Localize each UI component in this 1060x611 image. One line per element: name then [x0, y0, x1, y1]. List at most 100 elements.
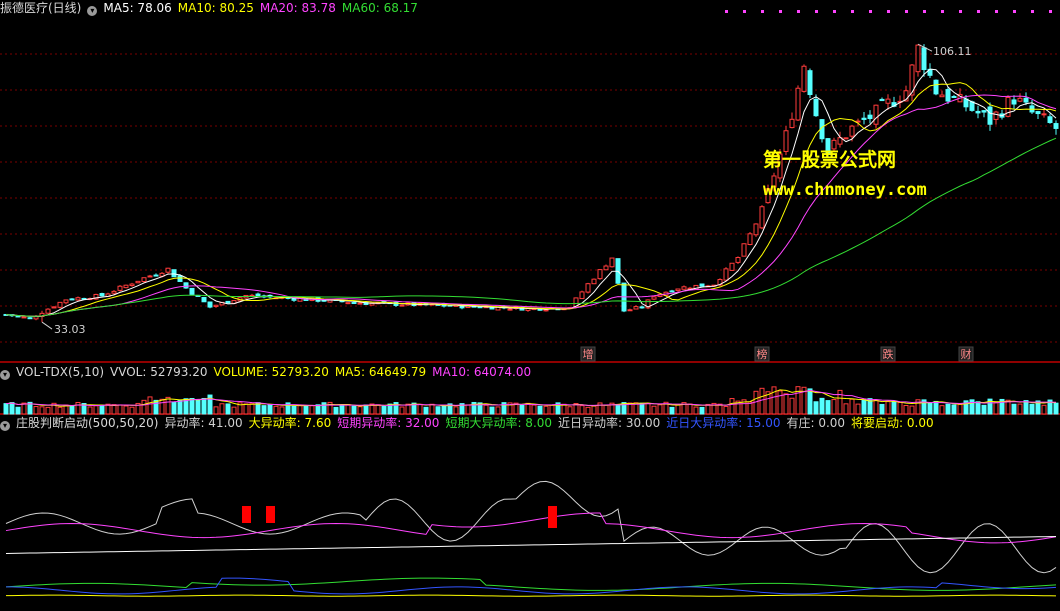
candle-body	[201, 296, 207, 303]
volume-bar	[1017, 403, 1023, 415]
candle-body	[885, 98, 891, 104]
candle-body	[627, 309, 633, 312]
candle-body	[729, 262, 735, 271]
candle-body	[945, 89, 951, 102]
event-marker-text: 财	[961, 347, 972, 361]
ind-item-0: 异动率: 41.00	[164, 416, 243, 430]
candle-body	[993, 111, 999, 120]
candle-body	[807, 70, 813, 96]
volume-bar	[45, 406, 51, 415]
candle-body	[27, 317, 33, 320]
candle-body	[951, 95, 957, 98]
candle-body	[147, 275, 153, 278]
candle-body	[1011, 99, 1017, 105]
candle-body	[585, 283, 591, 293]
volume-bar	[1041, 404, 1047, 415]
low-label: 33.03	[54, 323, 86, 336]
volume-bar	[309, 405, 315, 415]
volume-bar	[585, 406, 591, 415]
volume-bar	[639, 402, 645, 415]
volume-bar	[729, 398, 735, 415]
volume-bar	[435, 406, 441, 415]
candle-body	[813, 98, 819, 117]
candle-body	[507, 308, 513, 311]
volume-bar	[147, 396, 153, 415]
volume-bar	[1011, 403, 1017, 415]
main-legend-title[interactable]: 振德医疗(日线)	[0, 1, 81, 15]
ind-item-4: 近日异动率: 30.00	[558, 416, 661, 430]
candle-body	[69, 298, 75, 301]
volume-bar	[483, 404, 489, 415]
volume-bar	[441, 405, 447, 415]
volume-bar	[591, 405, 597, 415]
volume-bar	[549, 404, 555, 415]
volume-bar	[195, 399, 201, 415]
vol-legend-title[interactable]: VOL-TDX(5,10)	[16, 365, 104, 379]
volume-bar	[351, 405, 357, 415]
candle-body	[591, 278, 597, 285]
volume-bar	[537, 405, 543, 415]
ma60-value: MA60: 68.17	[341, 1, 418, 15]
candle-body	[873, 104, 879, 125]
volume-bar	[3, 403, 9, 415]
volume-bar	[705, 403, 711, 415]
signal-dot	[1049, 10, 1052, 13]
indicator-signal-bar	[266, 506, 275, 523]
candle-body	[801, 65, 807, 92]
candle-body	[723, 268, 729, 281]
volume-bar	[957, 404, 963, 415]
candle-body	[399, 304, 405, 307]
volume-bar	[687, 403, 693, 415]
volume-bar	[951, 404, 957, 415]
volume-bar	[201, 397, 207, 415]
candle-body	[879, 98, 885, 102]
baseline-line	[5, 536, 1057, 554]
volume-bar	[675, 404, 681, 415]
candle-body	[351, 302, 357, 305]
ind-item-3: 短期大异动率: 8.00	[445, 416, 553, 430]
candle-body	[207, 301, 213, 308]
volume-bar	[489, 406, 495, 415]
volume-bar	[429, 403, 435, 415]
ind-legend-title[interactable]: 庄股判断启动(500,50,20)	[16, 416, 158, 430]
volume-bar	[993, 402, 999, 415]
signal-dot	[869, 10, 872, 13]
candle-body	[981, 110, 987, 113]
settings-dot-icon[interactable]: ▾	[87, 6, 98, 16]
candle-body	[921, 47, 927, 71]
volume-bar	[159, 398, 165, 415]
volume-bar	[69, 405, 75, 415]
volume-bar	[303, 405, 309, 415]
settings-dot-icon[interactable]: ▾	[0, 370, 10, 380]
candle-body	[357, 302, 363, 305]
candle-body	[861, 117, 867, 120]
volume-bar	[465, 404, 471, 415]
watermark-url: www.chnmoney.com	[763, 180, 927, 200]
signal-dot	[797, 10, 800, 13]
candle-body	[789, 118, 795, 129]
settings-dot-icon[interactable]: ▾	[0, 421, 10, 431]
volume-bar	[525, 402, 531, 415]
main-legend: 振德医疗(日线) ▾ MA5: 78.06 MA10: 80.25 MA20: 83.7…	[0, 0, 424, 16]
volume-bar	[831, 399, 837, 415]
candle-body	[759, 206, 765, 229]
candle-body	[123, 284, 129, 289]
candle-body	[225, 300, 231, 304]
ma10-value: MA10: 80.25	[177, 1, 254, 15]
candle-body	[963, 98, 969, 108]
signal-dot	[887, 10, 890, 13]
volume-bar	[141, 399, 147, 415]
volume-bar	[825, 400, 831, 415]
ind-item-6: 有庄: 0.00	[786, 416, 846, 430]
volume-bar	[903, 404, 909, 415]
candle-body	[543, 309, 549, 312]
volume-bar	[357, 406, 363, 415]
volume-bar	[1053, 402, 1059, 415]
volume-bar	[417, 403, 423, 415]
candle-body	[171, 269, 177, 278]
candle-body	[699, 283, 705, 287]
volume-bar	[927, 402, 933, 415]
candle-body	[177, 275, 183, 282]
volume-bar	[543, 405, 549, 415]
event-marker-text: 跌	[883, 347, 894, 361]
